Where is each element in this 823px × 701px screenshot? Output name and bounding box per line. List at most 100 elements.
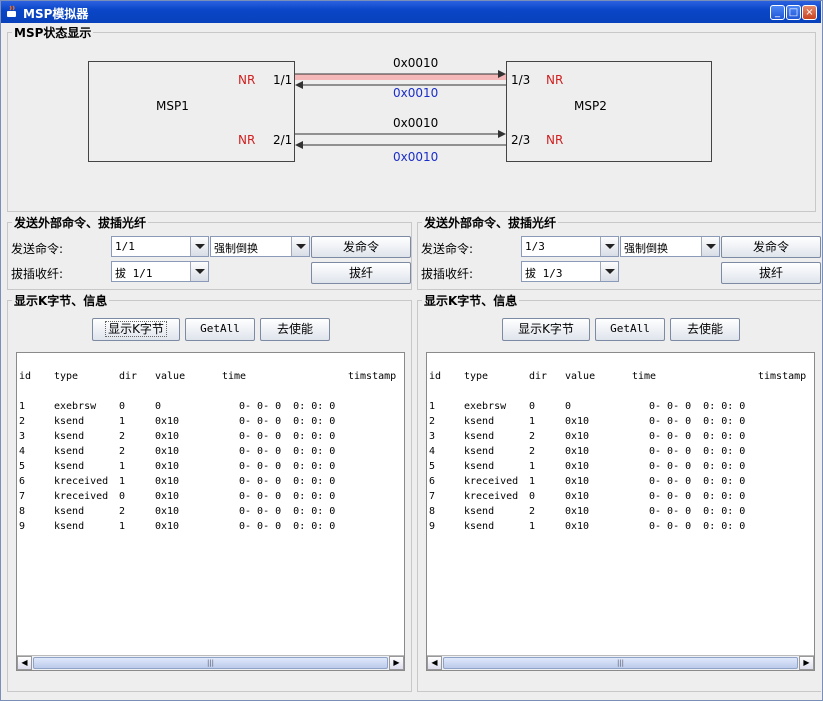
cell-id: 2 — [429, 416, 436, 427]
column-header-type[interactable]: type — [54, 371, 78, 382]
chevron-down-icon[interactable] — [190, 262, 208, 281]
column-header-time[interactable]: time — [222, 371, 246, 382]
right-table[interactable]: id type dir value time timstamp 1 exebrsw 0 0 0- 0… — [426, 352, 815, 671]
cell-value: 0x10 — [155, 416, 180, 427]
cell-type: kreceived — [464, 476, 519, 487]
scroll-right-icon[interactable]: ▶ — [799, 656, 814, 670]
link2-forward-arrow-icon — [498, 130, 506, 138]
cell-id: 6 — [429, 476, 436, 487]
left-cmd-select[interactable]: 强制倒换 — [210, 236, 310, 257]
cell-value: 0x10 — [565, 446, 590, 457]
cell-type: ksend — [54, 431, 85, 442]
column-header-timstamp[interactable]: timstamp — [348, 371, 396, 382]
scroll-left-icon[interactable]: ◀ — [17, 656, 32, 670]
cell-dir: 2 — [119, 431, 126, 442]
column-header-id[interactable]: id — [19, 371, 31, 382]
scroll-thumb[interactable]: ||| — [33, 657, 388, 669]
right-send-button[interactable]: 发命令 — [721, 236, 821, 258]
chevron-down-icon[interactable] — [600, 262, 618, 281]
cell-time: 0- 0- 0 0: 0: 0 — [239, 416, 336, 427]
left-table[interactable]: id type dir value time timstamp 1 exebrsw 0 0 0- 0… — [16, 352, 405, 671]
chevron-down-icon[interactable] — [600, 237, 618, 256]
cell-time: 0- 0- 0 0: 0: 0 — [649, 446, 746, 457]
cell-time: 0- 0- 0 0: 0: 0 — [239, 521, 336, 532]
left-port-select[interactable]: 1/1 — [111, 236, 209, 257]
cell-value: 0x10 — [565, 461, 590, 472]
cell-id: 9 — [429, 521, 436, 532]
cell-value: 0x10 — [565, 491, 590, 502]
left-send-button[interactable]: 发命令 — [311, 236, 411, 258]
right-cmd-select[interactable]: 强制倒换 — [620, 236, 720, 257]
cell-id: 2 — [19, 416, 26, 427]
minimize-button[interactable]: _ — [770, 5, 785, 20]
column-header-value[interactable]: value — [155, 371, 185, 382]
cell-value: 0x10 — [565, 476, 590, 487]
column-header-time[interactable]: time — [632, 371, 656, 382]
left-plug-select[interactable]: 拔 1/1 — [111, 261, 209, 282]
column-header-dir[interactable]: dir — [529, 371, 547, 382]
cell-type: exebrsw — [464, 401, 507, 412]
link2-bottom-value: 0x0010 — [393, 150, 439, 164]
cell-dir: 1 — [529, 461, 536, 472]
cell-time: 0- 0- 0 0: 0: 0 — [239, 476, 336, 487]
column-header-id[interactable]: id — [429, 371, 441, 382]
chevron-down-icon[interactable] — [190, 237, 208, 256]
scroll-left-icon[interactable]: ◀ — [427, 656, 442, 670]
left-hscrollbar[interactable]: ◀ ||| ▶ — [17, 655, 404, 670]
cell-time: 0- 0- 0 0: 0: 0 — [649, 476, 746, 487]
left-disable-button[interactable]: 去使能 — [260, 318, 330, 341]
cell-type: ksend — [54, 446, 85, 457]
msp1-box — [88, 61, 295, 162]
cell-id: 1 — [19, 401, 26, 412]
cell-id: 3 — [19, 431, 26, 442]
cell-id: 5 — [429, 461, 436, 472]
cell-dir: 0 — [529, 491, 536, 502]
cell-time: 0- 0- 0 0: 0: 0 — [649, 416, 746, 427]
cell-id: 8 — [19, 506, 26, 517]
column-header-type[interactable]: type — [464, 371, 488, 382]
left-plug-label: 拔插收纤: — [11, 267, 64, 281]
left-plug-button[interactable]: 拔纤 — [311, 262, 411, 284]
scroll-right-icon[interactable]: ▶ — [389, 656, 404, 670]
close-button[interactable]: × — [802, 5, 817, 20]
right-plug-button[interactable]: 拔纤 — [721, 262, 821, 284]
cell-value: 0x10 — [565, 506, 590, 517]
cell-dir: 1 — [529, 416, 536, 427]
title-bar[interactable]: MSP模拟器 _ □ × — [1, 1, 821, 23]
column-header-value[interactable]: value — [565, 371, 595, 382]
close-icon: × — [805, 7, 814, 18]
status-group-title: MSP状态显示 — [12, 24, 94, 41]
cell-id: 7 — [429, 491, 436, 502]
column-header-dir[interactable]: dir — [119, 371, 137, 382]
cell-type: ksend — [464, 461, 495, 472]
left-show-k-button[interactable]: 显示K字节 — [92, 318, 180, 341]
right-getall-button[interactable]: GetAll — [595, 318, 665, 341]
right-send-label: 发送命令: — [421, 242, 474, 256]
scroll-thumb[interactable]: ||| — [443, 657, 798, 669]
right-show-k-button[interactable]: 显示K字节 — [502, 318, 590, 341]
msp1-nr1: NR — [238, 73, 256, 87]
left-cmd-title: 发送外部命令、拔插光纤 — [12, 214, 149, 231]
right-plug-label: 拔插收纤: — [421, 267, 474, 281]
right-port-select[interactable]: 1/3 — [521, 236, 619, 257]
cell-type: ksend — [464, 521, 495, 532]
cell-dir: 0 — [529, 401, 536, 412]
left-info-title: 显示K字节、信息 — [12, 292, 110, 309]
cell-value: 0x10 — [155, 446, 180, 457]
cell-value: 0x10 — [155, 491, 180, 502]
maximize-button[interactable]: □ — [786, 5, 801, 20]
cell-value: 0 — [155, 401, 162, 412]
right-plug-select[interactable]: 拔 1/3 — [521, 261, 619, 282]
cell-dir: 1 — [119, 461, 126, 472]
chevron-down-icon[interactable] — [701, 237, 719, 256]
column-header-timstamp[interactable]: timstamp — [758, 371, 806, 382]
active-link-highlight — [295, 74, 506, 80]
right-hscrollbar[interactable]: ◀ ||| ▶ — [427, 655, 814, 670]
chevron-down-icon[interactable] — [291, 237, 309, 256]
left-getall-button[interactable]: GetAll — [185, 318, 255, 341]
cell-id: 1 — [429, 401, 436, 412]
right-disable-button[interactable]: 去使能 — [670, 318, 740, 341]
cell-time: 0- 0- 0 0: 0: 0 — [649, 491, 746, 502]
cell-value: 0 — [565, 401, 572, 412]
cell-time: 0- 0- 0 0: 0: 0 — [649, 521, 746, 532]
